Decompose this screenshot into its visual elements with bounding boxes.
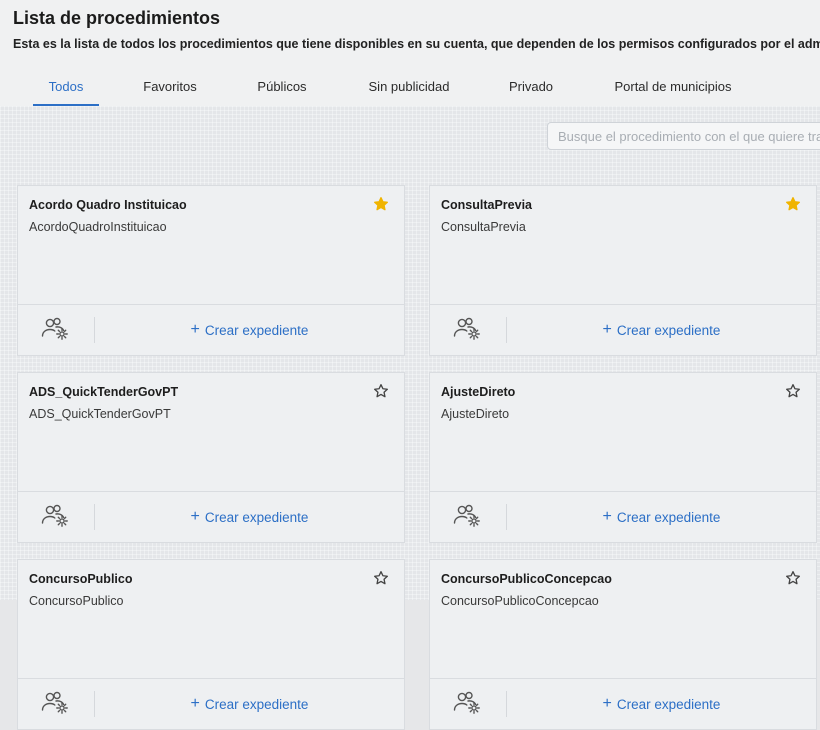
procedure-card: ADS_QuickTenderGovPT ADS_QuickTenderGovP… <box>17 372 405 543</box>
procedure-title: ConsultaPrevia <box>441 198 533 212</box>
plus-icon: + <box>602 508 612 525</box>
tab-privado[interactable]: Privado <box>501 68 561 106</box>
procedure-code: ConcursoPublicoConcepcao <box>441 594 599 608</box>
procedure-card: ConsultaPrevia ConsultaPrevia + Crear ex… <box>429 185 817 356</box>
create-expediente-button[interactable]: + Crear expediente <box>95 679 404 729</box>
create-expediente-label: Crear expediente <box>204 322 309 338</box>
create-expediente-button[interactable]: + Crear expediente <box>95 492 404 542</box>
procedure-code: ConsultaPrevia <box>441 220 526 234</box>
plus-icon: + <box>602 695 612 712</box>
tab-portal-de-municipios[interactable]: Portal de municipios <box>607 68 739 106</box>
configure-permissions-button[interactable] <box>440 315 496 345</box>
plus-icon: + <box>602 321 612 338</box>
plus-icon: + <box>190 695 200 712</box>
users-gear-icon <box>453 504 480 527</box>
search-input[interactable] <box>547 122 820 150</box>
procedure-card: ConcursoPublicoConcepcao ConcursoPublico… <box>429 559 817 730</box>
users-gear-icon <box>453 317 480 340</box>
card-footer: + Crear expediente <box>430 491 816 542</box>
create-expediente-label: Crear expediente <box>616 509 721 525</box>
favorite-star-icon[interactable] <box>373 570 389 586</box>
tab-favoritos[interactable]: Favoritos <box>137 68 203 106</box>
procedure-title: ConcursoPublico <box>29 572 133 586</box>
card-footer: + Crear expediente <box>430 304 816 355</box>
tab-sin-publicidad[interactable]: Sin publicidad <box>360 68 458 106</box>
procedure-title: ConcursoPublicoConcepcao <box>441 572 612 586</box>
create-expediente-button[interactable]: + Crear expediente <box>95 305 404 355</box>
procedure-code: ConcursoPublico <box>29 594 124 608</box>
procedure-code: AcordoQuadroInstituicao <box>29 220 167 234</box>
procedure-card: ConcursoPublico ConcursoPublico + Crear … <box>17 559 405 730</box>
favorite-star-icon[interactable] <box>785 570 801 586</box>
configure-permissions-button[interactable] <box>440 689 496 719</box>
create-expediente-label: Crear expediente <box>204 509 309 525</box>
page-header: Lista de procedimientos Esta es la lista… <box>0 0 820 106</box>
users-gear-icon <box>41 504 68 527</box>
favorite-star-icon[interactable] <box>785 383 801 399</box>
tab-todos[interactable]: Todos <box>33 68 99 106</box>
create-expediente-button[interactable]: + Crear expediente <box>507 305 816 355</box>
configure-permissions-button[interactable] <box>28 689 84 719</box>
page-subtitle: Esta es la lista de todos los procedimie… <box>13 37 820 51</box>
configure-permissions-button[interactable] <box>28 315 84 345</box>
plus-icon: + <box>190 508 200 525</box>
card-footer: + Crear expediente <box>18 491 404 542</box>
card-footer: + Crear expediente <box>18 678 404 729</box>
page-title: Lista de procedimientos <box>13 8 221 28</box>
create-expediente-label: Crear expediente <box>204 696 309 712</box>
procedure-title: ADS_QuickTenderGovPT <box>29 385 179 399</box>
procedure-card: AjusteDireto AjusteDireto + Crear expedi… <box>429 372 817 543</box>
procedure-title: Acordo Quadro Instituicao <box>29 198 187 212</box>
plus-icon: + <box>190 321 200 338</box>
users-gear-icon <box>41 691 68 714</box>
users-gear-icon <box>41 317 68 340</box>
create-expediente-label: Crear expediente <box>616 322 721 338</box>
favorite-star-icon[interactable] <box>785 196 801 212</box>
create-expediente-button[interactable]: + Crear expediente <box>507 492 816 542</box>
procedure-code: AjusteDireto <box>441 407 510 421</box>
card-footer: + Crear expediente <box>18 304 404 355</box>
procedure-code: ADS_QuickTenderGovPT <box>29 407 171 421</box>
procedure-card: Acordo Quadro Instituicao AcordoQuadroIn… <box>17 185 405 356</box>
configure-permissions-button[interactable] <box>28 502 84 532</box>
create-expediente-label: Crear expediente <box>616 696 721 712</box>
tab-bar: Todos Favoritos Públicos Sin publicidad … <box>0 68 820 106</box>
users-gear-icon <box>453 691 480 714</box>
procedure-title: AjusteDireto <box>441 385 516 399</box>
favorite-star-icon[interactable] <box>373 383 389 399</box>
card-footer: + Crear expediente <box>430 678 816 729</box>
create-expediente-button[interactable]: + Crear expediente <box>507 679 816 729</box>
tab-publicos[interactable]: Públicos <box>249 68 315 106</box>
procedure-list: Acordo Quadro Instituicao AcordoQuadroIn… <box>0 106 820 730</box>
configure-permissions-button[interactable] <box>440 502 496 532</box>
favorite-star-icon[interactable] <box>373 196 389 212</box>
